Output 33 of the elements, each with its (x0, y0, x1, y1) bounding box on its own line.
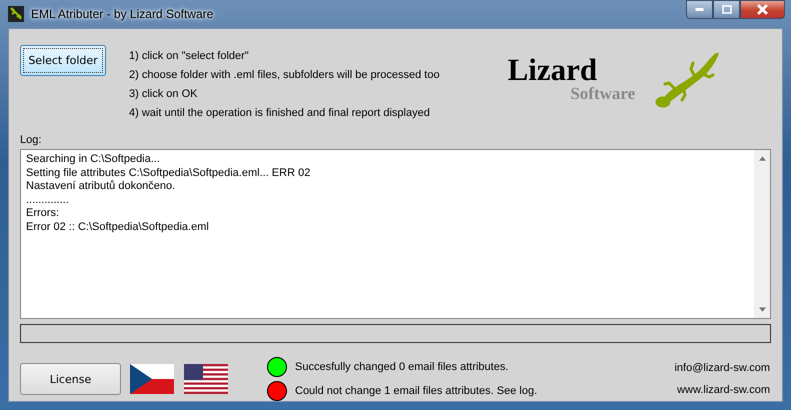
window-title: EML Atributer - by Lizard Software (31, 7, 214, 21)
log-line: Nastavení atributů dokončeno. (26, 180, 176, 194)
close-icon (757, 4, 768, 15)
select-folder-button[interactable]: Select folder (20, 45, 106, 76)
license-button[interactable]: License (20, 363, 121, 395)
maximize-icon (722, 4, 732, 14)
close-button[interactable] (740, 0, 785, 19)
flag-icon[interactable] (184, 364, 228, 394)
maximize-button[interactable] (713, 0, 740, 19)
log-line: .............. (26, 194, 70, 208)
log-line: Error 02 :: C:\Softpedia\Softpedia.eml (26, 220, 210, 235)
minimize-button[interactable] (686, 0, 713, 19)
log-label: Log: (20, 133, 42, 147)
log-text-area[interactable]: Searching in C:\Softpedia... Setting file attributes C:\Softpedia\Softpedia.eml... ERR 02 Nastavení atributů dokončeno. .............. Errors: Error 02 :: C:\Softpedia\Softpedia.eml (20, 149, 771, 319)
scrollbar[interactable] (754, 150, 770, 318)
log-line: Errors: (26, 207, 60, 221)
flag-icon[interactable] (130, 364, 174, 394)
scroll-down-icon[interactable] (758, 307, 766, 312)
link[interactable]: www.lizard-sw.com (677, 384, 770, 396)
instruction-text: 2) choose folder with .eml files, subfolders will be processed too (129, 68, 440, 83)
logo-subtitle: Software (570, 85, 636, 103)
logo-text: Lizard (508, 55, 598, 85)
status-text: Could not change 1 email files attributes. See log. (295, 385, 538, 397)
instruction-text: 3) click on OK (129, 87, 198, 102)
status-text: Succesfully changed 0 email files attributes. (295, 361, 508, 373)
log-line: Searching in C:\Softpedia... (26, 153, 161, 167)
scroll-up-icon[interactable] (758, 156, 766, 161)
log-line: Setting file attributes C:\Softpedia\Softpedia.eml... ERR 02 (26, 166, 312, 180)
link[interactable]: info@lizard-sw.com (674, 362, 770, 374)
instruction-text: 4) wait until the operation is finished and final report displayed (129, 106, 431, 121)
minimize-icon (695, 8, 704, 11)
lizard-icon (8, 6, 24, 22)
instruction-text: 1) click on "select folder" (129, 49, 250, 64)
